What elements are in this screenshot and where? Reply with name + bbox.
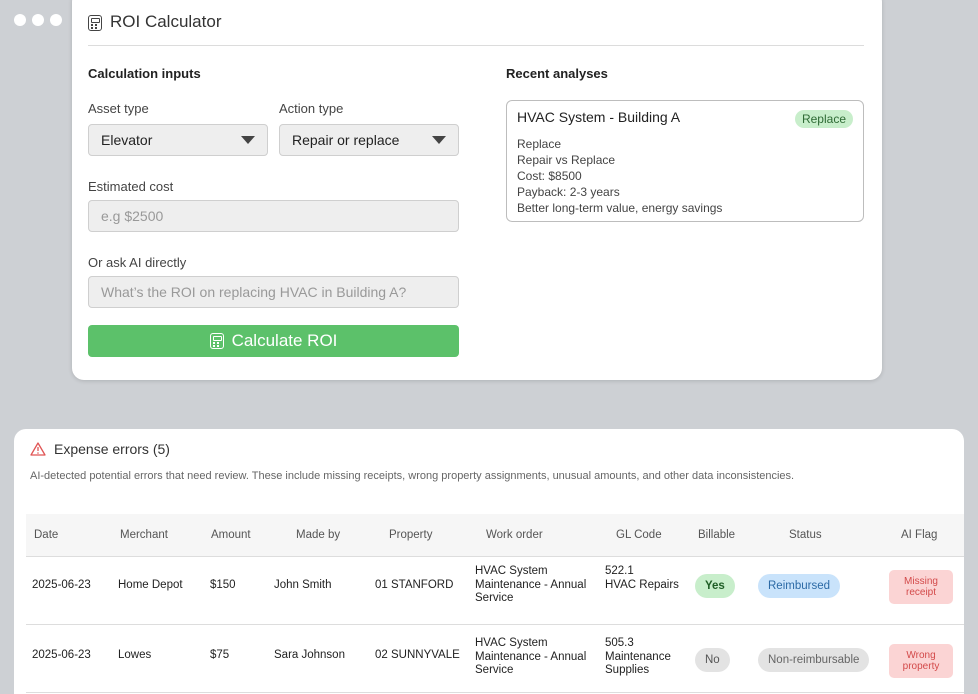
column-header[interactable]: Work order: [486, 529, 543, 541]
ai-flag-line: receipt: [905, 587, 936, 598]
cell-gl-code: 522.1 HVAC Repairs: [605, 565, 679, 592]
billable-badge: Yes: [695, 574, 735, 598]
status-badge: Non-reimbursable: [758, 648, 870, 672]
cell-merchant: Home Depot: [118, 579, 183, 591]
action-type-select[interactable]: Repair or replace: [279, 124, 459, 156]
expense-errors-title: Expense errors (5): [54, 441, 170, 457]
column-header[interactable]: Amount: [211, 529, 251, 541]
expense-table: Date Merchant Amount Made by Property Wo…: [26, 514, 964, 693]
calculate-roi-label: Calculate ROI: [231, 331, 338, 350]
cell-made-by: John Smith: [274, 579, 332, 591]
expense-errors-header: Expense errors (5): [30, 441, 170, 457]
estimated-cost-input[interactable]: e.g $2500: [88, 200, 459, 232]
analysis-line: Payback: 2-3 years: [517, 185, 620, 199]
asset-type-label: Asset type: [88, 101, 149, 116]
window-dot[interactable]: [50, 14, 62, 26]
gl-code-line: Supplies: [605, 664, 650, 676]
cell-property: 01 STANFORD: [375, 579, 454, 591]
table-header: Date Merchant Amount Made by Property Wo…: [26, 514, 964, 557]
analysis-line: Repair vs Replace: [517, 153, 616, 167]
work-order-line: HVAC System: [475, 637, 548, 649]
calculate-roi-button[interactable]: Calculate ROI: [88, 325, 459, 357]
column-header[interactable]: Property: [389, 529, 432, 541]
cell-made-by: Sara Johnson: [274, 649, 345, 661]
window-dot[interactable]: [32, 14, 44, 26]
gl-code-line: Maintenance: [605, 650, 671, 663]
analysis-line: Cost: $8500: [517, 169, 582, 183]
work-order-line: Service: [475, 664, 514, 676]
action-type-value: Repair or replace: [292, 132, 400, 148]
analysis-line: Replace: [517, 137, 562, 151]
column-header[interactable]: Status: [789, 529, 822, 541]
cell-date: 2025-06-23: [32, 579, 91, 591]
expense-errors-description: AI-detected potential errors that need r…: [30, 470, 795, 482]
calculator-icon: [209, 333, 224, 349]
recent-analyses-heading: Recent analyses: [506, 66, 608, 81]
asset-type-select[interactable]: Elevator: [88, 124, 268, 156]
window-controls[interactable]: [14, 14, 62, 26]
work-order-line: Service: [475, 592, 514, 604]
chevron-down-icon: [241, 136, 255, 144]
table-row[interactable]: 2025-06-23 Lowes $75 Sara Johnson 02 SUN…: [26, 625, 964, 693]
cell-work-order: HVAC System Maintenance - Annual Service: [475, 565, 586, 606]
analysis-details: Replace Repair vs Replace Cost: $8500 Pa…: [517, 136, 722, 216]
column-header[interactable]: Billable: [698, 529, 735, 541]
roi-header: ROI Calculator: [88, 12, 864, 46]
cell-amount: $75: [210, 649, 230, 661]
cell-merchant: Lowes: [118, 649, 152, 661]
asset-type-value: Elevator: [101, 132, 153, 148]
column-header[interactable]: Made by: [296, 529, 340, 541]
analysis-line: Better long-term value, energy savings: [517, 201, 723, 215]
cell-work-order: HVAC System Maintenance - Annual Service: [475, 637, 586, 678]
ai-flag-line: Missing: [904, 576, 938, 587]
billable-badge: No: [695, 648, 730, 672]
work-order-line: HVAC System: [475, 565, 548, 577]
ask-ai-input[interactable]: What’s the ROI on replacing HVAC in Buil…: [88, 276, 459, 308]
work-order-line: Maintenance - Annual: [475, 578, 587, 591]
ai-flag-line: property: [902, 661, 940, 672]
column-header[interactable]: Date: [34, 529, 58, 541]
chevron-down-icon: [432, 136, 446, 144]
cell-date: 2025-06-23: [32, 649, 91, 661]
ai-flag-line: Wrong: [906, 650, 936, 661]
cell-property: 02 SUNNYVALE: [375, 649, 460, 661]
expense-errors-card: Expense errors (5) AI-detected potential…: [14, 429, 964, 694]
cell-gl-code: 505.3 Maintenance Supplies: [605, 637, 671, 678]
gl-code-line: HVAC Repairs: [605, 578, 679, 591]
column-header[interactable]: AI Flag: [901, 529, 937, 541]
column-header[interactable]: Merchant: [120, 529, 168, 541]
cell-amount: $150: [210, 579, 236, 591]
gl-code-line: 505.3: [605, 637, 634, 649]
status-badge: Reimbursed: [758, 574, 840, 598]
column-header[interactable]: GL Code: [616, 529, 662, 541]
work-order-line: Maintenance - Annual: [475, 650, 587, 663]
roi-title: ROI Calculator: [110, 12, 222, 31]
ai-flag-badge[interactable]: Wrong property: [889, 644, 953, 678]
ai-flag-badge[interactable]: Missing receipt: [889, 570, 953, 604]
window-dot[interactable]: [14, 14, 26, 26]
calculation-inputs-heading: Calculation inputs: [88, 66, 201, 81]
action-type-label: Action type: [279, 101, 344, 116]
calculator-icon: [88, 15, 102, 31]
gl-code-line: 522.1: [605, 565, 634, 577]
recent-analysis-card[interactable]: HVAC System - Building A Replace Replace…: [506, 100, 864, 222]
ask-ai-label: Or ask AI directly: [88, 255, 187, 270]
table-row[interactable]: 2025-06-23 Home Depot $150 John Smith 01…: [26, 557, 964, 625]
roi-calculator-card: ROI Calculator Calculation inputs Asset …: [72, 0, 882, 380]
warning-icon: [30, 442, 46, 456]
analysis-title: HVAC System - Building A: [517, 109, 681, 125]
status-badge: Replace: [794, 110, 853, 128]
estimated-cost-label: Estimated cost: [88, 179, 174, 194]
